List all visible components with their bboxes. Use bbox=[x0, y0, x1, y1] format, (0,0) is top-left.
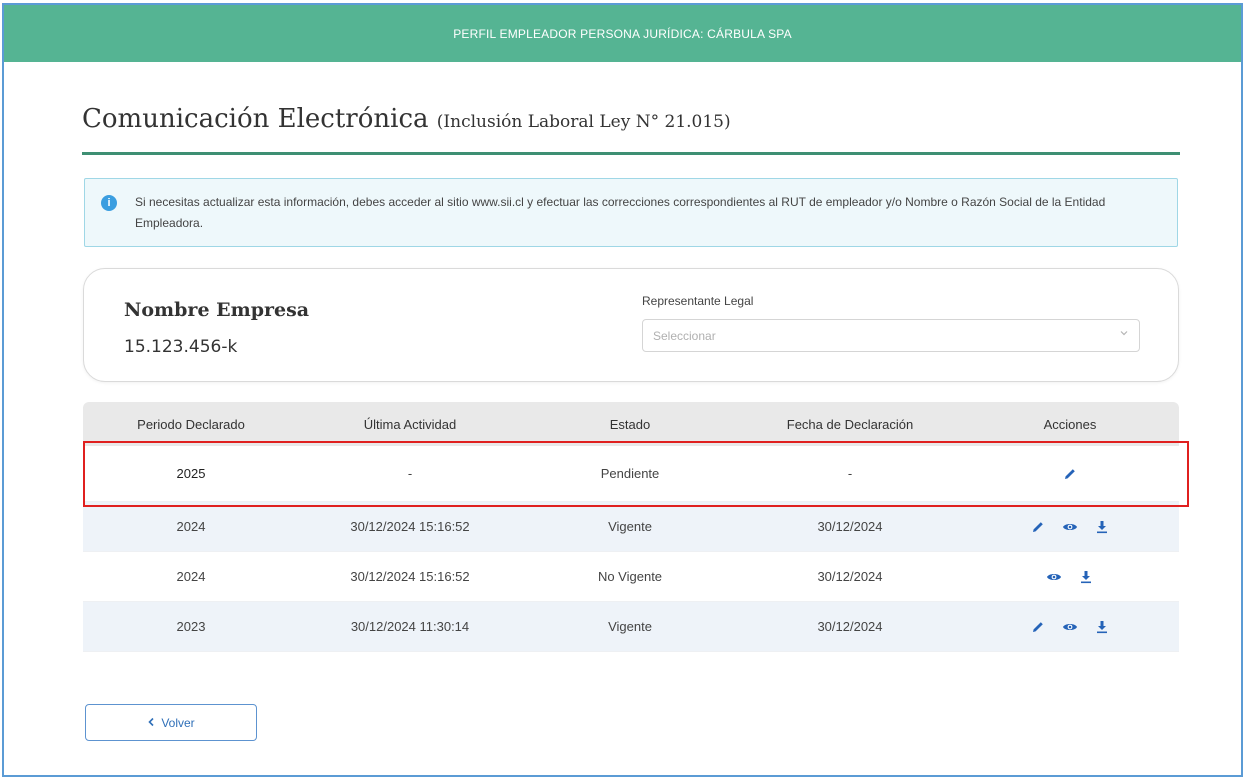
info-alert: i Si necesitas actualizar esta informaci… bbox=[84, 178, 1178, 247]
header-periodo: Periodo Declarado bbox=[137, 416, 245, 432]
back-button[interactable]: Volver bbox=[85, 704, 257, 741]
info-icon: i bbox=[101, 195, 117, 211]
representante-placeholder: Seleccionar bbox=[653, 329, 716, 343]
table-row: 2024 30/12/2024 15:16:52 Vigente 30/12/2… bbox=[83, 502, 1179, 552]
cell-fecha: 30/12/2024 bbox=[817, 519, 883, 534]
view-icon[interactable] bbox=[1045, 568, 1063, 586]
chevron-left-icon bbox=[147, 716, 155, 730]
page-title-main: Comunicación Electrónica bbox=[82, 104, 429, 134]
table-row: 2023 30/12/2024 11:30:14 Vigente 30/12/2… bbox=[83, 602, 1179, 652]
cell-actividad: - bbox=[407, 466, 413, 481]
title-divider bbox=[82, 152, 1180, 155]
view-icon[interactable] bbox=[1061, 518, 1079, 536]
table-header: Periodo Declarado Última Actividad Estad… bbox=[83, 402, 1179, 446]
cell-actividad: 30/12/2024 11:30:14 bbox=[350, 619, 470, 634]
alert-text: Si necesitas actualizar esta información… bbox=[135, 195, 1106, 230]
download-icon[interactable] bbox=[1093, 618, 1111, 636]
view-icon[interactable] bbox=[1061, 618, 1079, 636]
cell-acciones bbox=[961, 618, 1179, 636]
cell-actividad: 30/12/2024 15:16:52 bbox=[350, 569, 470, 584]
company-card: Nombre Empresa 15.123.456-k Representant… bbox=[83, 268, 1179, 382]
edit-icon[interactable] bbox=[1029, 618, 1047, 636]
profile-header: PERFIL EMPLEADOR PERSONA JURÍDICA: CÁRBU… bbox=[4, 5, 1241, 62]
cell-periodo: 2024 bbox=[176, 569, 206, 584]
cell-acciones bbox=[961, 465, 1179, 483]
cell-acciones bbox=[961, 568, 1179, 586]
cell-periodo: 2024 bbox=[176, 519, 206, 534]
download-icon[interactable] bbox=[1077, 568, 1095, 586]
cell-periodo: 2025 bbox=[176, 466, 206, 481]
cell-periodo: 2023 bbox=[176, 619, 206, 634]
header-acciones: Acciones bbox=[1043, 416, 1097, 432]
header-fecha: Fecha de Declaración bbox=[786, 416, 914, 432]
cell-actividad: 30/12/2024 15:16:52 bbox=[350, 519, 470, 534]
download-icon[interactable] bbox=[1093, 518, 1111, 536]
page-title-sub: (Inclusión Laboral Ley N° 21.015) bbox=[436, 112, 731, 132]
chevron-down-icon bbox=[1119, 328, 1129, 341]
header-actividad: Última Actividad bbox=[363, 416, 457, 432]
company-rut: 15.123.456-k bbox=[124, 337, 238, 357]
representante-label: Representante Legal bbox=[642, 294, 754, 308]
company-name: Nombre Empresa bbox=[124, 299, 310, 321]
declarations-table: Periodo Declarado Última Actividad Estad… bbox=[83, 402, 1179, 652]
edit-icon[interactable] bbox=[1061, 465, 1079, 483]
table-row: 2024 30/12/2024 15:16:52 No Vigente 30/1… bbox=[83, 552, 1179, 602]
cell-fecha: - bbox=[847, 466, 853, 481]
cell-fecha: 30/12/2024 bbox=[817, 569, 883, 584]
page-title-wrap: Comunicación Electrónica (Inclusión Labo… bbox=[82, 104, 1180, 134]
profile-label: PERFIL EMPLEADOR PERSONA JURÍDICA: CÁRBU… bbox=[453, 26, 792, 41]
cell-fecha: 30/12/2024 bbox=[817, 619, 883, 634]
cell-estado: Pendiente bbox=[600, 466, 660, 481]
cell-estado: No Vigente bbox=[597, 569, 663, 584]
cell-estado: Vigente bbox=[608, 619, 652, 634]
representante-select[interactable]: Seleccionar bbox=[642, 319, 1140, 352]
page-title: Comunicación Electrónica (Inclusión Labo… bbox=[82, 104, 1180, 134]
cell-estado: Vigente bbox=[608, 519, 652, 534]
edit-icon[interactable] bbox=[1029, 518, 1047, 536]
table-row: 2025 - Pendiente - bbox=[83, 446, 1179, 502]
back-label: Volver bbox=[161, 715, 195, 730]
header-estado: Estado bbox=[609, 416, 651, 432]
cell-acciones bbox=[961, 518, 1179, 536]
